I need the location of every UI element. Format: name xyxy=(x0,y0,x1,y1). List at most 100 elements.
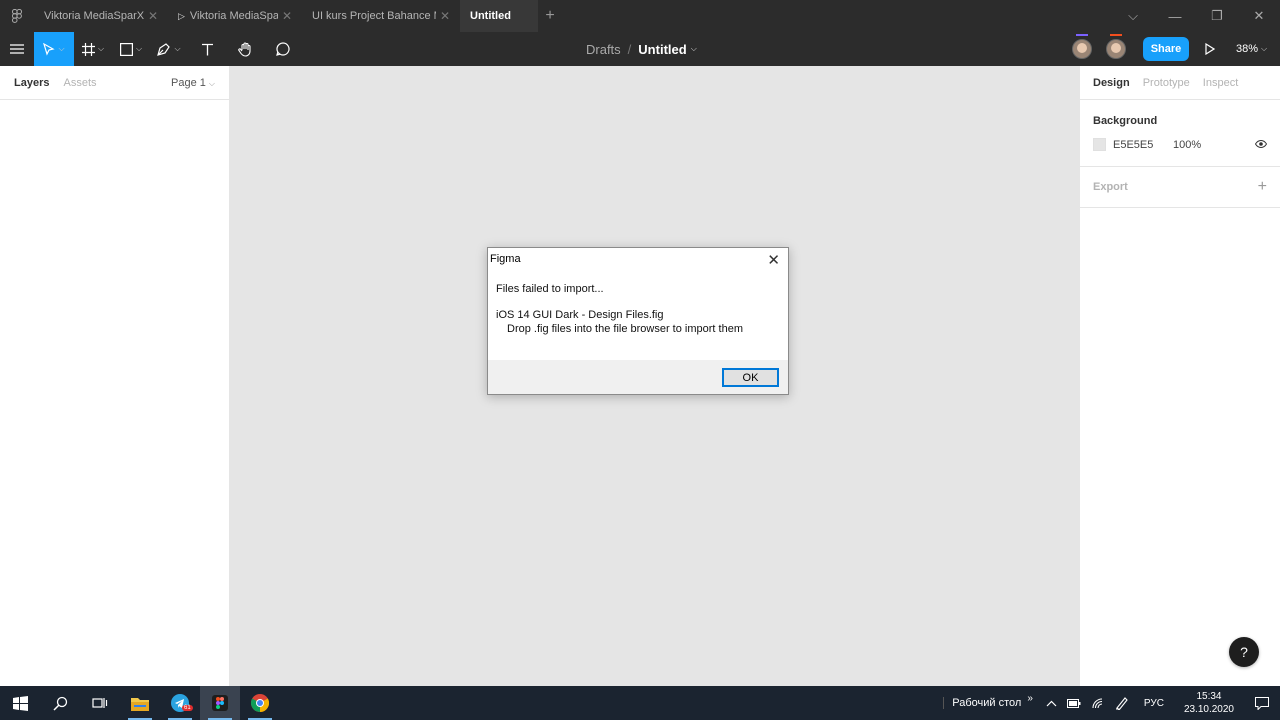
pen-tool-button[interactable]: ⌵ xyxy=(150,32,188,66)
main-menu-button[interactable] xyxy=(0,32,34,66)
chevron-down-icon: ⌵ xyxy=(1261,44,1268,53)
restore-icon[interactable]: ❐ xyxy=(1196,8,1238,24)
move-tool-button[interactable]: ⌵ xyxy=(34,32,74,66)
hamburger-icon xyxy=(10,44,24,54)
close-window-icon[interactable]: ✕ xyxy=(1238,8,1280,24)
chevron-up-icon[interactable] xyxy=(1046,700,1057,707)
chevron-down-icon[interactable]: ⌵ xyxy=(691,44,697,54)
tab-layers[interactable]: Layers xyxy=(14,77,49,89)
help-button[interactable]: ? xyxy=(1229,637,1259,667)
layers-panel: Layers Assets Page 1 ⌵ xyxy=(0,66,230,686)
present-button[interactable] xyxy=(1200,32,1220,66)
avatar-indicator xyxy=(1076,34,1088,36)
eye-icon[interactable] xyxy=(1254,139,1268,151)
clock[interactable]: 15:34 23.10.2020 xyxy=(1184,690,1234,716)
export-section: Export + xyxy=(1080,167,1280,208)
dialog-message: Files failed to import... xyxy=(496,283,604,295)
avatar[interactable] xyxy=(1106,34,1126,59)
ok-button[interactable]: OK xyxy=(722,368,779,387)
plus-icon[interactable]: + xyxy=(1258,178,1267,196)
chevron-down-icon: ⌵ xyxy=(135,44,143,53)
chrome-icon[interactable] xyxy=(240,686,280,720)
tab-label: UI kurs Project Bahance MITkA xyxy=(312,10,436,22)
background-opacity-input[interactable]: 100% xyxy=(1173,139,1201,151)
import-error-dialog: Figma ✕ Files failed to import... iOS 14… xyxy=(487,247,789,395)
clock-date: 23.10.2020 xyxy=(1183,704,1234,715)
battery-icon[interactable] xyxy=(1066,698,1081,708)
tab-assets[interactable]: Assets xyxy=(63,77,96,89)
tab-file-1[interactable]: Viktoria MediaSparX ✕ xyxy=(34,0,168,32)
dialog-title: Figma xyxy=(490,253,521,265)
hand-icon xyxy=(237,41,251,57)
task-view-icon[interactable] xyxy=(80,686,120,720)
shape-tool-button[interactable]: ⌵ xyxy=(112,32,150,66)
tab-inspect[interactable]: Inspect xyxy=(1203,77,1238,89)
tab-label: Viktoria MediaSparX xyxy=(44,10,144,22)
text-tool-button[interactable] xyxy=(188,32,226,66)
breadcrumb: Drafts / Untitled ⌵ xyxy=(586,32,697,66)
desktop-toolbar-label[interactable]: Рабочий стол xyxy=(943,697,1021,709)
export-title: Export xyxy=(1093,181,1128,193)
pen-ink-icon[interactable] xyxy=(1115,696,1129,710)
chevron-down-icon: ⌵ xyxy=(97,44,105,53)
input-language[interactable]: РУС xyxy=(1144,698,1164,709)
file-title[interactable]: Untitled xyxy=(638,42,686,57)
wifi-icon[interactable] xyxy=(1091,697,1105,709)
window-controls: ⌵ — ❐ ✕ xyxy=(1112,0,1280,32)
double-chevron-icon[interactable]: » xyxy=(1027,693,1033,704)
close-icon[interactable]: ✕ xyxy=(767,251,780,269)
right-panel-tabs: Design Prototype Inspect xyxy=(1080,66,1280,100)
hand-tool-button[interactable] xyxy=(226,32,264,66)
page-selector[interactable]: Page 1 ⌵ xyxy=(171,77,215,89)
tab-file-3[interactable]: UI kurs Project Bahance MITkA ✕ xyxy=(302,0,460,32)
share-button[interactable]: Share xyxy=(1143,37,1189,61)
color-swatch[interactable] xyxy=(1093,138,1106,151)
avatar[interactable] xyxy=(1072,34,1092,59)
dialog-footer: OK xyxy=(488,360,788,394)
text-icon xyxy=(201,43,213,55)
taskbar: 61 Рабочий стол » РУС 15:34 23.10.2020 xyxy=(0,686,1280,720)
telegram-icon[interactable]: 61 xyxy=(160,686,200,720)
tab-file-2[interactable]: ▷ Viktoria MediaSparX ✕ xyxy=(168,0,302,32)
close-icon[interactable]: ✕ xyxy=(282,9,292,23)
frame-tool-button[interactable]: ⌵ xyxy=(74,32,112,66)
avatar-indicator xyxy=(1110,34,1122,36)
tab-label: Untitled xyxy=(470,10,511,22)
figma-app-icon[interactable] xyxy=(200,686,240,720)
close-icon[interactable]: ✕ xyxy=(440,9,450,23)
zoom-value: 38% xyxy=(1236,43,1259,55)
search-icon[interactable] xyxy=(40,686,80,720)
chevron-down-icon: ⌵ xyxy=(208,78,215,88)
properties-panel: Design Prototype Inspect Background E5E5… xyxy=(1079,66,1280,686)
notification-badge: 61 xyxy=(182,705,193,711)
background-hex-input[interactable]: E5E5E5 xyxy=(1113,139,1173,151)
background-section: Background E5E5E5 100% xyxy=(1080,100,1280,167)
play-icon xyxy=(1205,43,1215,55)
left-panel-tabs: Layers Assets Page 1 ⌵ xyxy=(0,66,229,100)
tab-untitled[interactable]: Untitled xyxy=(460,0,538,32)
chevron-down-icon: ⌵ xyxy=(58,44,65,53)
play-icon: ▷ xyxy=(178,10,185,21)
windows-start-icon[interactable] xyxy=(0,686,40,720)
cursor-icon xyxy=(43,42,56,56)
minimize-icon[interactable]: — xyxy=(1154,9,1196,24)
breadcrumb-drafts[interactable]: Drafts xyxy=(586,42,621,57)
tab-design[interactable]: Design xyxy=(1093,77,1130,89)
file-explorer-icon[interactable] xyxy=(120,686,160,720)
comment-icon xyxy=(276,42,290,56)
figma-logo-icon[interactable] xyxy=(0,0,34,32)
comment-tool-button[interactable] xyxy=(264,32,302,66)
notifications-icon[interactable] xyxy=(1244,696,1280,710)
dialog-body: Files failed to import... iOS 14 GUI Dar… xyxy=(488,270,788,360)
tab-bar: Viktoria MediaSparX ✕ ▷ Viktoria MediaSp… xyxy=(0,0,1280,32)
zoom-dropdown[interactable]: 38% ⌵ xyxy=(1236,32,1267,66)
background-title: Background xyxy=(1093,115,1158,127)
rectangle-icon xyxy=(119,42,133,56)
tab-prototype[interactable]: Prototype xyxy=(1143,77,1190,89)
add-tab-icon[interactable]: + xyxy=(538,0,562,32)
chevron-down-icon[interactable]: ⌵ xyxy=(1112,8,1154,24)
pen-icon xyxy=(157,43,171,56)
dialog-hint: Drop .fig files into the file browser to… xyxy=(507,323,743,335)
background-row: E5E5E5 100% xyxy=(1093,138,1268,151)
close-icon[interactable]: ✕ xyxy=(148,9,158,23)
